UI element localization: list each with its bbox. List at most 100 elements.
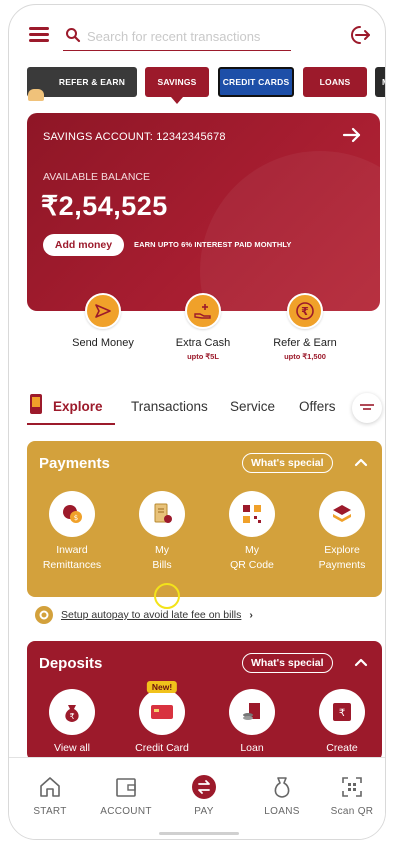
- home-indicator: [159, 832, 239, 835]
- panel-title: Deposits: [39, 655, 103, 672]
- my-qr-code-tile[interactable]: My QR Code: [207, 491, 297, 573]
- view-all-tile[interactable]: ₹ View all: [27, 689, 117, 756]
- quick-action-label: Refer & Earn: [273, 337, 337, 349]
- tab-savings[interactable]: SAVINGS: [145, 67, 209, 97]
- filter-button[interactable]: [352, 393, 382, 423]
- tab-transactions[interactable]: Transactions: [131, 399, 208, 414]
- nav-start[interactable]: START: [15, 774, 85, 817]
- tile-label: Loan: [240, 742, 264, 754]
- qr-code-icon: [229, 491, 275, 537]
- tile-label-line2: Remittances: [42, 559, 102, 571]
- remittance-icon: $: [49, 491, 95, 537]
- send-icon: [85, 293, 121, 329]
- balance-amount: ₹2,54,525: [41, 191, 168, 221]
- tab-label: MU: [382, 77, 385, 87]
- balance-label: AVAILABLE BALANCE: [43, 171, 150, 183]
- phone-frame: REFER & EARN SAVINGS CREDIT CARDS LOANS …: [8, 4, 386, 840]
- tab-credit-cards[interactable]: CREDIT CARDS: [218, 67, 294, 97]
- phone-icon: [30, 394, 42, 414]
- autopay-link[interactable]: Setup autopay to avoid late fee on bills…: [35, 605, 253, 625]
- nav-label: LOANS: [264, 806, 300, 817]
- wallet-icon: [116, 778, 136, 797]
- logout-icon[interactable]: [347, 24, 371, 46]
- add-money-button[interactable]: Add money: [43, 234, 124, 256]
- loan-tile[interactable]: Loan: [207, 689, 297, 756]
- svg-text:₹: ₹: [301, 305, 309, 318]
- payments-panel: Payments What's special $ Inward Remittan…: [27, 441, 382, 597]
- autopay-text: Setup autopay to avoid late fee on bills: [61, 609, 242, 621]
- explore-payments-tile[interactable]: Explore Payments: [297, 491, 382, 573]
- search-bar[interactable]: [63, 21, 291, 51]
- tile-label: Credit Card: [135, 742, 189, 754]
- search-input[interactable]: [87, 25, 287, 47]
- nav-pay[interactable]: PAY: [169, 774, 239, 817]
- refer-earn-action[interactable]: ₹ Refer & Earn upto ₹1,500: [255, 293, 355, 361]
- tile-label: Create: [326, 742, 358, 754]
- chevron-up-icon[interactable]: [354, 457, 368, 467]
- scan-qr-icon: [342, 777, 362, 797]
- filter-icon: [360, 404, 374, 410]
- home-icon: [40, 777, 60, 797]
- nav-label: PAY: [194, 806, 214, 817]
- nav-scan-qr[interactable]: Scan QR: [317, 774, 385, 817]
- quick-action-label: Extra Cash: [175, 337, 231, 349]
- account-number: SAVINGS ACCOUNT: 12342345678: [43, 131, 226, 143]
- whats-special-button[interactable]: What's special: [242, 453, 333, 473]
- credit-card-tile[interactable]: New! Credit Card: [117, 681, 207, 756]
- whats-special-button[interactable]: What's special: [242, 653, 333, 673]
- nav-label: START: [33, 806, 67, 817]
- stack-icon: [319, 491, 365, 537]
- inward-remittances-tile[interactable]: $ Inward Remittances: [27, 491, 117, 573]
- tab-label: CREDIT CARDS: [222, 77, 290, 87]
- tab-offers[interactable]: Offers: [299, 399, 336, 414]
- credit-card-icon: New!: [139, 681, 185, 735]
- svg-text:₹: ₹: [69, 712, 74, 721]
- rupee-coin-icon: ₹: [287, 293, 323, 329]
- explore-tabs: Explore Transactions Service Offers: [27, 391, 382, 425]
- bill-icon: [139, 491, 185, 537]
- nav-label: Scan QR: [330, 806, 374, 817]
- tab-label: SAVINGS: [157, 77, 197, 87]
- tile-label: View all: [54, 742, 90, 754]
- quick-action-label: Send Money: [72, 337, 134, 349]
- panel-title: Payments: [39, 455, 110, 472]
- tab-label: LOANS: [319, 77, 351, 87]
- quick-action-sub: upto ₹5L: [187, 352, 219, 361]
- tile-label-line2: Payments: [318, 559, 366, 571]
- tab-explore[interactable]: Explore: [53, 399, 103, 414]
- chevron-up-icon[interactable]: [354, 657, 368, 667]
- nav-loans[interactable]: LOANS: [247, 774, 317, 817]
- gear-icon: [35, 606, 53, 624]
- extra-cash-action[interactable]: Extra Cash upto ₹5L: [153, 293, 253, 361]
- savings-account-card[interactable]: SAVINGS ACCOUNT: 12342345678 AVAILABLE B…: [27, 113, 380, 311]
- pay-icon: [192, 775, 216, 799]
- tile-label-line1: Explore: [324, 544, 360, 556]
- top-header: [9, 19, 385, 53]
- active-tab-caret: [171, 97, 183, 104]
- interest-note: EARN UPTO 6% INTEREST PAID MONTHLY: [134, 240, 292, 249]
- money-bag-icon: ₹: [49, 689, 95, 735]
- deposits-panel: Deposits What's special ₹ View all New! …: [27, 641, 382, 761]
- tab-service[interactable]: Service: [230, 399, 275, 414]
- safe-icon: ₹: [319, 689, 365, 735]
- active-tab-underline: [27, 423, 115, 425]
- send-money-action[interactable]: Send Money: [53, 293, 153, 349]
- tab-more[interactable]: MU: [375, 67, 385, 97]
- tile-label-line2: QR Code: [230, 559, 274, 571]
- tab-label: REFER & EARN: [58, 77, 126, 87]
- chevron-right-icon: ›: [249, 609, 253, 621]
- tile-label-line2: Bills: [152, 559, 172, 571]
- nav-account[interactable]: ACCOUNT: [91, 774, 161, 817]
- bottom-navigation: START ACCOUNT PAY LOANS Scan QR: [9, 757, 385, 839]
- tile-label-line1: Inward: [56, 544, 88, 556]
- create-tile[interactable]: ₹ Create: [297, 689, 382, 756]
- my-bills-tile[interactable]: My Bills: [117, 491, 207, 573]
- tab-loans[interactable]: LOANS: [303, 67, 367, 97]
- tile-label-line1: My: [155, 544, 169, 556]
- quick-action-sub: upto ₹1,500: [284, 352, 326, 361]
- arrow-right-icon[interactable]: [342, 127, 362, 143]
- hamburger-menu-icon[interactable]: [29, 27, 49, 42]
- svg-text:$: $: [74, 514, 78, 522]
- new-badge: New!: [146, 681, 178, 693]
- money-bag-icon: [274, 777, 290, 798]
